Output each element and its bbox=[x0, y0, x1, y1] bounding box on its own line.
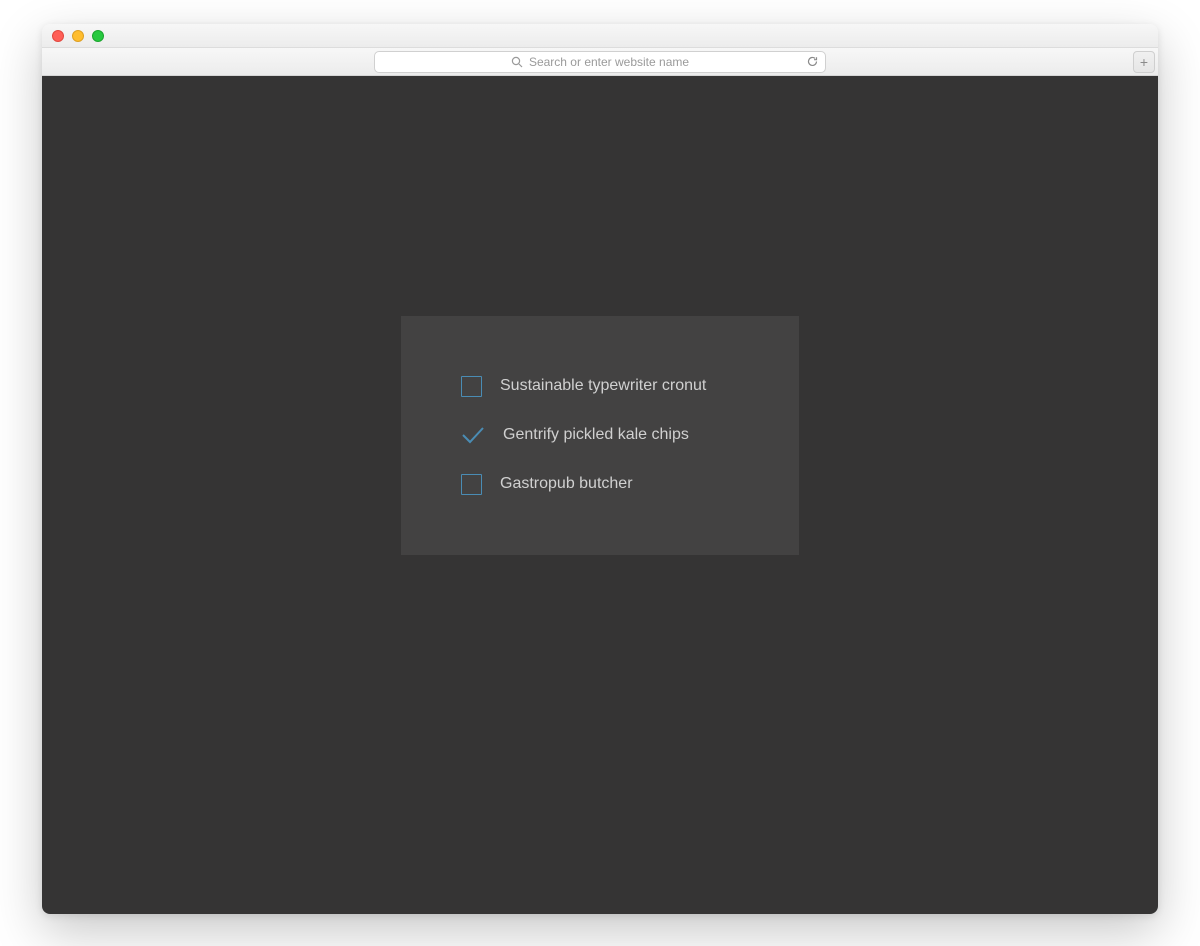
address-bar[interactable]: Search or enter website name bbox=[374, 51, 826, 73]
checkbox-checked-icon bbox=[461, 425, 485, 446]
checkbox-unchecked-icon bbox=[461, 474, 482, 495]
checkbox-label: Gentrify pickled kale chips bbox=[503, 426, 689, 444]
new-tab-button[interactable]: + bbox=[1133, 51, 1155, 73]
checkbox-label: Sustainable typewriter cronut bbox=[500, 377, 706, 395]
checkbox-row[interactable]: Sustainable typewriter cronut bbox=[461, 376, 739, 397]
browser-window: Search or enter website name + Sustainab… bbox=[42, 24, 1158, 914]
checkbox-panel: Sustainable typewriter cronut Gentrify p… bbox=[401, 316, 799, 555]
plus-icon: + bbox=[1140, 55, 1148, 69]
checkbox-label: Gastropub butcher bbox=[500, 475, 633, 493]
page-content: Sustainable typewriter cronut Gentrify p… bbox=[42, 76, 1158, 914]
window-titlebar bbox=[42, 24, 1158, 48]
checkbox-row[interactable]: Gastropub butcher bbox=[461, 474, 739, 495]
browser-toolbar: Search or enter website name + bbox=[42, 48, 1158, 76]
close-window-button[interactable] bbox=[52, 30, 64, 42]
address-bar-placeholder: Search or enter website name bbox=[529, 55, 689, 69]
checkbox-list: Sustainable typewriter cronut Gentrify p… bbox=[461, 376, 739, 495]
search-icon bbox=[511, 56, 523, 68]
refresh-icon[interactable] bbox=[806, 55, 819, 68]
checkbox-unchecked-icon bbox=[461, 376, 482, 397]
minimize-window-button[interactable] bbox=[72, 30, 84, 42]
traffic-lights bbox=[52, 30, 104, 42]
zoom-window-button[interactable] bbox=[92, 30, 104, 42]
checkbox-row[interactable]: Gentrify pickled kale chips bbox=[461, 425, 739, 446]
